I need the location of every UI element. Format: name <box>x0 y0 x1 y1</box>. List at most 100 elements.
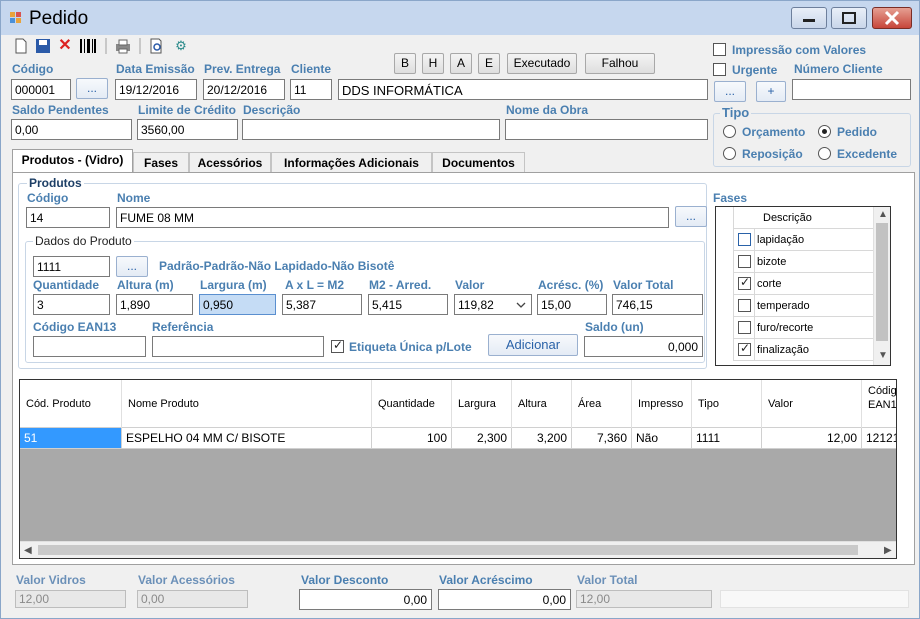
fase-checkbox[interactable] <box>738 299 751 312</box>
column-header[interactable]: Impresso <box>632 380 692 428</box>
delete-icon[interactable]: ✕ <box>57 38 73 54</box>
print-preview-icon[interactable] <box>149 38 165 54</box>
valor-total-field[interactable]: 746,15 <box>612 294 703 315</box>
settings-icon[interactable]: ⚙ <box>173 38 189 54</box>
numero-cliente-field[interactable] <box>792 79 911 100</box>
falhou-button[interactable]: Falhou <box>585 53 655 74</box>
impressao-valores-checkbox[interactable] <box>713 43 726 56</box>
e-button[interactable]: E <box>478 53 500 74</box>
fase-checkbox[interactable] <box>738 321 751 334</box>
column-header[interactable]: Área <box>572 380 632 428</box>
tab-informacoes-adicionais[interactable]: Informações Adicionais <box>271 152 432 172</box>
table-cell[interactable]: 12,00 <box>762 428 862 449</box>
scroll-thumb[interactable] <box>876 223 888 341</box>
quantidade-field[interactable]: 3 <box>33 294 110 315</box>
b-button[interactable]: B <box>394 53 416 74</box>
produto-lookup-button[interactable]: ... <box>675 206 707 227</box>
fase-checkbox[interactable] <box>738 275 751 290</box>
print-icon[interactable] <box>115 38 131 54</box>
column-header[interactable]: Cód. Produto <box>20 380 122 428</box>
table-row[interactable]: 51 ESPELHO 04 MM C/ BISOTE 100 2,300 3,2… <box>20 428 896 449</box>
excedente-radio[interactable] <box>818 147 831 160</box>
reposicao-radio[interactable] <box>723 147 736 160</box>
saldo-pendentes-field[interactable]: 0,00 <box>11 119 132 140</box>
tab-acessorios[interactable]: Acessórios <box>189 152 271 172</box>
etiqueta-unica-checkbox[interactable] <box>331 338 344 353</box>
table-cell[interactable]: Não <box>632 428 692 449</box>
grid-horizontal-scrollbar[interactable]: ◀ ▶ <box>20 541 896 558</box>
cliente-name-field[interactable]: DDS INFORMÁTICA <box>338 79 708 100</box>
codigo-field[interactable]: 000001 <box>11 79 71 100</box>
save-icon[interactable] <box>35 38 51 54</box>
fase-checkbox[interactable] <box>738 255 751 268</box>
fase-row[interactable]: temperado <box>716 295 874 317</box>
axl-field[interactable]: 5,387 <box>282 294 362 315</box>
close-button[interactable] <box>872 7 912 29</box>
scroll-right-icon[interactable]: ▶ <box>884 545 892 556</box>
fase-checkbox[interactable] <box>738 233 751 246</box>
scroll-up-icon[interactable]: ▲ <box>878 209 888 220</box>
produto-codigo-field[interactable]: 14 <box>26 207 110 228</box>
adicionar-button[interactable]: Adicionar <box>488 334 578 356</box>
a-button[interactable]: A <box>450 53 472 74</box>
column-header[interactable]: Quantidade <box>372 380 452 428</box>
urgente-checkbox[interactable] <box>713 63 726 76</box>
valor-acrescimo-field[interactable]: 0,00 <box>438 589 571 610</box>
column-header[interactable]: Valor <box>762 380 862 428</box>
largura-field[interactable]: 0,950 <box>199 294 276 315</box>
pedido-radio[interactable] <box>818 125 831 138</box>
cliente-code-field[interactable]: 11 <box>290 79 332 100</box>
fase-checkbox[interactable] <box>738 341 751 356</box>
limite-credito-field[interactable]: 3560,00 <box>137 119 238 140</box>
m2-arred-field[interactable]: 5,415 <box>368 294 448 315</box>
barcode-icon[interactable] <box>79 38 96 54</box>
new-document-icon[interactable] <box>13 38 29 54</box>
table-cell[interactable]: 2,300 <box>452 428 512 449</box>
table-cell[interactable]: 121212 <box>862 428 896 449</box>
column-header[interactable]: Altura <box>512 380 572 428</box>
data-emissao-field[interactable]: 19/12/2016 <box>115 79 197 100</box>
table-cell[interactable]: 7,360 <box>572 428 632 449</box>
column-header[interactable]: Tipo <box>692 380 762 428</box>
table-cell[interactable]: 51 <box>20 428 122 449</box>
prev-entrega-field[interactable]: 20/12/2016 <box>203 79 285 100</box>
fase-row[interactable]: finalização <box>716 339 874 361</box>
ean13-field[interactable] <box>33 336 146 357</box>
minimize-button[interactable] <box>791 7 827 29</box>
table-cell[interactable]: 3,200 <box>512 428 572 449</box>
nome-obra-field[interactable] <box>505 119 708 140</box>
fase-row[interactable]: lapidação <box>716 229 874 251</box>
saldo-field[interactable]: 0,000 <box>584 336 703 357</box>
produto-nome-field[interactable]: FUME 08 MM <box>116 207 669 228</box>
fase-row[interactable]: bizote <box>716 251 874 273</box>
h-button[interactable]: H <box>422 53 444 74</box>
scroll-down-icon[interactable]: ▼ <box>878 350 888 361</box>
descricao-field[interactable] <box>242 119 500 140</box>
table-cell[interactable]: ESPELHO 04 MM C/ BISOTE <box>122 428 372 449</box>
maximize-button[interactable] <box>831 7 867 29</box>
referencia-field[interactable] <box>152 336 324 357</box>
valor-desconto-field[interactable]: 0,00 <box>299 589 432 610</box>
dados-codigo-field[interactable]: 1111 <box>33 256 110 277</box>
column-header[interactable]: Nome Produto <box>122 380 372 428</box>
table-cell[interactable]: 100 <box>372 428 452 449</box>
column-header[interactable]: Largura <box>452 380 512 428</box>
orcamento-radio[interactable] <box>723 125 736 138</box>
fase-row[interactable]: corte <box>716 273 874 295</box>
column-header[interactable]: Código EAN13 <box>862 380 896 428</box>
executado-button[interactable]: Executado <box>507 53 577 74</box>
acresc-field[interactable]: 15,00 <box>537 294 607 315</box>
codigo-lookup-button[interactable]: ... <box>76 78 108 99</box>
add-button[interactable]: + <box>756 81 786 102</box>
tab-produtos-vidro[interactable]: Produtos - (Vidro) <box>12 149 133 173</box>
scroll-left-icon[interactable]: ◀ <box>24 545 32 556</box>
tab-fases[interactable]: Fases <box>133 152 189 172</box>
dados-lookup-button[interactable]: ... <box>116 256 148 277</box>
tab-documentos[interactable]: Documentos <box>432 152 525 172</box>
fase-row[interactable]: furo/recorte <box>716 317 874 339</box>
altura-field[interactable]: 1,890 <box>116 294 193 315</box>
scroll-thumb[interactable] <box>38 545 858 555</box>
table-cell[interactable]: 1111 <box>692 428 762 449</box>
cliente-lookup-button[interactable]: ... <box>714 81 746 102</box>
fases-scrollbar[interactable]: ▲ ▼ <box>873 207 890 365</box>
